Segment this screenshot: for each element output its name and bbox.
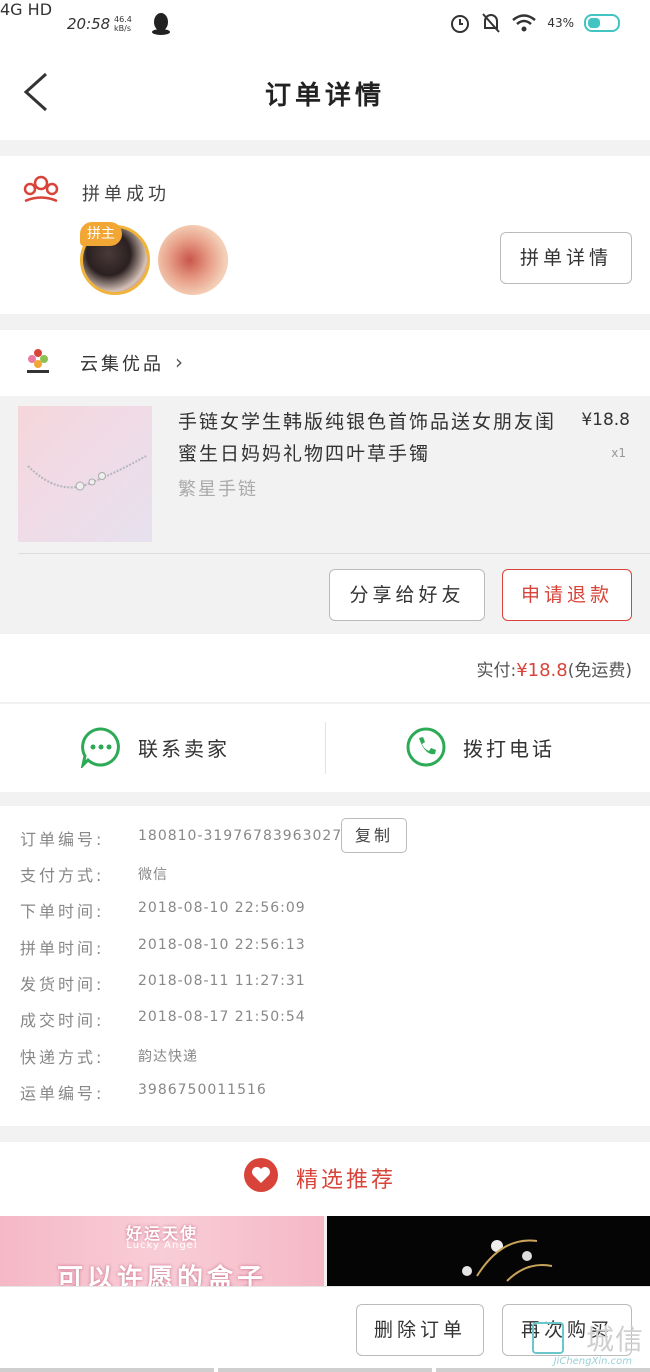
hairpin-image <box>462 1239 553 1282</box>
bracelet-icon <box>27 455 147 491</box>
watermark-text: 城信 <box>585 1323 644 1356</box>
contact-seller-button[interactable]: 联系卖家 <box>80 726 230 768</box>
share-button[interactable]: 分享给好友 <box>329 569 485 621</box>
info-value: 韵达快递 <box>138 1049 198 1065</box>
battery-icon <box>584 14 620 32</box>
info-value: 2018-08-10 22:56:09 <box>138 900 306 916</box>
info-value: 3986750011516 <box>138 1082 267 1098</box>
heart-icon <box>244 1158 278 1192</box>
product-spec: 繁星手链 <box>178 479 258 500</box>
divider <box>18 553 650 554</box>
info-label: 订单编号: <box>20 830 105 849</box>
mute-icon <box>482 13 501 33</box>
info-value: 2018-08-11 11:27:31 <box>138 973 306 989</box>
store-logo-icon <box>27 349 49 373</box>
info-value: 微信 <box>138 867 168 883</box>
shipping-note: (免运费) <box>567 661 632 681</box>
copy-button[interactable]: 复制 <box>341 818 407 853</box>
phone-icon <box>406 727 446 767</box>
network-speed: 46.4 kB/s <box>114 15 132 33</box>
page-title: 订单详情 <box>264 81 385 111</box>
info-label: 拼单时间: <box>20 939 105 958</box>
group-icon <box>23 175 59 203</box>
group-detail-button[interactable]: 拼单详情 <box>500 232 632 284</box>
refund-button[interactable]: 申请退款 <box>502 569 632 621</box>
info-value: 2018-08-17 21:50:54 <box>138 1009 306 1025</box>
paid-amount-line: 实付:¥18.8(免运费) <box>476 656 632 681</box>
divider <box>325 722 326 774</box>
call-button[interactable]: 拨打电话 <box>405 726 555 768</box>
recommend-item-image[interactable] <box>327 1216 650 1286</box>
banner-slogan: 可以许愿的盒子 <box>56 1264 267 1286</box>
product-title[interactable]: 手链女学生韩版纯银色首饰品送女朋友闺蜜生日妈妈礼物四叶草手镯 <box>178 406 568 470</box>
info-label: 发货时间: <box>20 975 105 994</box>
battery-percent: 43% <box>547 16 574 30</box>
qq-icon <box>152 13 170 35</box>
store-name[interactable]: 云集优品 <box>80 350 164 376</box>
info-value: 2018-08-10 22:56:13 <box>138 937 306 953</box>
recommend-title: 精选推荐 <box>296 1168 397 1193</box>
gesture-bar <box>0 1368 650 1372</box>
paid-amount: ¥18.8 <box>516 660 568 681</box>
info-label: 快递方式: <box>20 1048 105 1067</box>
paid-label: 实付: <box>476 661 517 681</box>
watermark-logo <box>532 1322 564 1354</box>
chat-bubble-icon <box>80 727 120 768</box>
leader-badge: 拼主 <box>80 222 122 246</box>
watermark-url: JiChengXin.com <box>553 1356 632 1367</box>
avatar-member <box>158 225 228 295</box>
group-status-label: 拼单成功 <box>82 184 170 205</box>
chevron-right-icon[interactable]: › <box>175 350 183 374</box>
network-indicator: 4G HD <box>0 0 53 19</box>
contact-seller-label: 联系卖家 <box>138 736 230 761</box>
status-right-icons: 43% <box>449 12 620 34</box>
info-label: 运单编号: <box>20 1084 105 1103</box>
banner-subtitle: Lucky Angel <box>126 1240 198 1251</box>
alarm-icon <box>451 15 470 33</box>
info-label: 下单时间: <box>20 902 105 921</box>
product-quantity: x1 <box>611 446 626 460</box>
order-info-section <box>0 806 650 1126</box>
delete-order-button[interactable]: 删除订单 <box>356 1304 484 1356</box>
info-value: 180810-319767839630279 <box>138 828 353 844</box>
call-label: 拨打电话 <box>463 736 555 761</box>
product-image[interactable] <box>18 406 152 542</box>
recommend-item-banner[interactable]: 好运天使 Lucky Angel 可以许愿的盒子 <box>0 1216 324 1286</box>
info-label: 支付方式: <box>20 866 105 885</box>
product-price: ¥18.8 <box>581 410 630 430</box>
wifi-icon <box>512 14 537 32</box>
status-time: 20:58 <box>67 15 111 33</box>
info-label: 成交时间: <box>20 1011 105 1030</box>
